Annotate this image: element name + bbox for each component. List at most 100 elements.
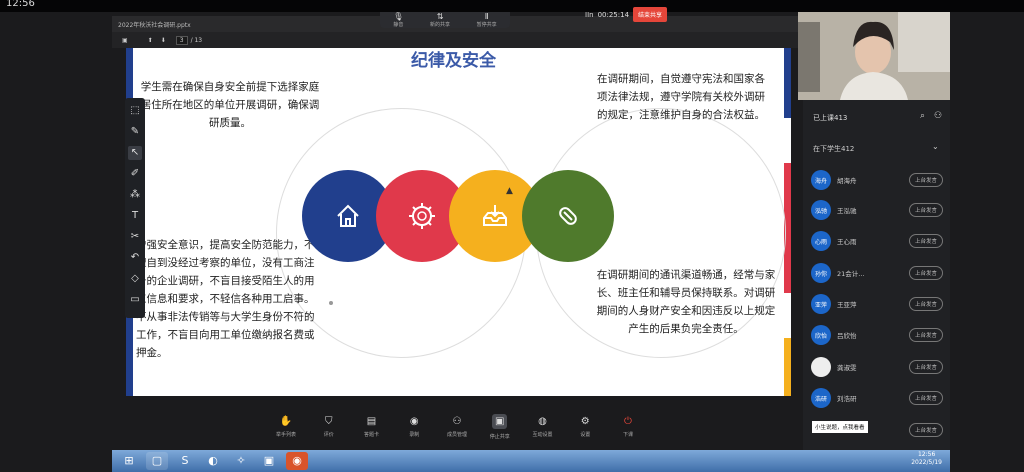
share-icon: ⇅: [436, 11, 444, 21]
answer-card-button[interactable]: ▤ 答题卡: [358, 416, 386, 438]
list-item: 欣怡 吕欣怡 上台发言: [811, 323, 943, 347]
tool-text-icon[interactable]: T: [128, 209, 142, 223]
end-class-button[interactable]: ⏻ 下课: [614, 416, 642, 438]
invite-speak-button[interactable]: 上台发言: [908, 391, 943, 405]
text-bottom-right: 在调研期间的通讯渠道畅通，经常与家长、班主任和辅导员保持联系。对调研期间的人身财…: [596, 269, 776, 335]
presentation-toolbar: ▣ ⬆ ⬇ 3 / 13: [112, 32, 802, 48]
interaction-settings-button[interactable]: ◍ 互动设置: [529, 416, 557, 438]
section-header[interactable]: 在下学生412: [813, 144, 854, 154]
class-toolbar: ✋ 举手列表 ⛉ 评价 ▤ 答题卡 ◉ 录制 ⚇ 成员管理 ▣ 停止共享 ◍ 互动设置 ⚙ 设置…: [272, 406, 642, 448]
list-item: 泓驰 王泓驰 上台发言: [811, 198, 943, 222]
previous-page-icon[interactable]: ⬆: [148, 37, 153, 44]
screen-share-icon: ▣: [492, 414, 508, 429]
page-total: / 13: [190, 36, 203, 44]
list-item: 海舟 胡海舟 上台发言: [811, 168, 943, 192]
share-control-bar: 🎙 静音 ⇅ 新的共享 Ⅱ 暂停共享: [380, 12, 510, 28]
invite-speak-button[interactable]: 上台发言: [908, 360, 943, 374]
avatar: 海舟: [811, 170, 831, 190]
settings-button[interactable]: ⚙ 设置: [571, 416, 599, 438]
taskbar-app-explorer[interactable]: ▢: [146, 452, 168, 470]
window-filename: 2022年秋沃社会调研.pptx: [118, 22, 191, 29]
slide-title: 纪律及安全: [411, 51, 496, 71]
invite-speak-button[interactable]: 上台发言: [908, 266, 943, 280]
interact-icon: ◍: [538, 416, 547, 427]
chevron-down-icon[interactable]: ⌄: [932, 142, 939, 151]
next-page-icon[interactable]: ⬇: [161, 37, 166, 44]
slide-right-band-blue: [784, 48, 791, 118]
start-button[interactable]: ⊞: [118, 452, 140, 470]
invite-speak-button[interactable]: 上台发言: [908, 423, 943, 437]
pill-icon: [559, 207, 577, 225]
tooltip: 小生说题，点我看看: [812, 421, 868, 433]
invite-speak-button[interactable]: 上台发言: [908, 173, 943, 187]
teacher-video: [798, 12, 950, 100]
signal-label: IIn: [585, 10, 594, 19]
list-item: 龚淑雯 上台发言: [811, 355, 943, 379]
hand-icon: ✋: [279, 416, 293, 427]
taskbar-app-s[interactable]: S: [174, 452, 196, 470]
taskbar-app-blue[interactable]: ▣: [258, 452, 280, 470]
tool-laser-icon[interactable]: ✎: [128, 125, 142, 139]
phone-clock: 12:56: [6, 0, 35, 9]
page-number-input[interactable]: 3: [175, 35, 188, 45]
taskbar-app-browser[interactable]: ◐: [202, 452, 224, 470]
members-icon: ⚇: [452, 416, 462, 427]
raise-hand-button[interactable]: ✋ 举手列表: [272, 416, 300, 438]
taskbar-app-star[interactable]: ✧: [230, 452, 252, 470]
decorative-dot: [329, 301, 333, 305]
phone-status-bar: 12:56: [0, 0, 1024, 12]
annotation-toolbar: ⬚ ✎ ↖ ✐ ⁂ T ✂ ↶ ◇ ▭: [125, 98, 145, 318]
avatar: 泓驰: [811, 200, 831, 220]
record-button[interactable]: ◉ 录制: [400, 416, 428, 438]
avatar: 浩研: [811, 388, 831, 408]
tool-eraser-icon[interactable]: ◇: [128, 272, 142, 286]
card-icon: ▤: [366, 416, 377, 427]
avatar: 心雨: [811, 231, 831, 251]
home-icon: [337, 204, 359, 227]
mouse-cursor-icon: ▲: [506, 186, 513, 196]
members-button[interactable]: ⚇ 成员管理: [443, 416, 471, 438]
avatar: 孙你: [811, 263, 831, 283]
stop-share-button[interactable]: ▣ 停止共享: [486, 414, 514, 440]
tray-clock[interactable]: 12:56 2022/5/19: [911, 451, 942, 467]
settings-icon: ⚙: [580, 416, 590, 427]
list-item: 亚萍 王亚萍 上台发言: [811, 292, 943, 316]
new-share-button[interactable]: ⇅ 新的共享: [430, 11, 450, 28]
invite-speak-button[interactable]: 上台发言: [908, 234, 943, 248]
webcam-feed-image: [798, 12, 950, 100]
slide-canvas: 纪律及安全 学生需在确保自身安全前提下选择家庭居住所在地区的单位开展调研，确保调…: [126, 48, 791, 396]
mic-icon: 🎙: [393, 11, 404, 21]
tool-pointer-icon[interactable]: ↖: [128, 146, 142, 160]
share-timer: IIn 00:25:14 结束共享: [585, 7, 668, 22]
text-top-left: 学生需在确保自身安全前提下选择家庭居住所在地区的单位开展调研，确保调研质量。: [140, 81, 320, 129]
evaluate-button[interactable]: ⛉ 评价: [315, 416, 343, 438]
list-item: 心雨 王心雨 上台发言: [811, 229, 943, 253]
pause-share-button[interactable]: Ⅱ 暂停共享: [477, 11, 497, 28]
exit-icon: ⏻: [624, 416, 632, 427]
tool-shapes-icon[interactable]: ⁂: [128, 188, 142, 202]
tool-select-icon[interactable]: ⬚: [128, 104, 142, 118]
invite-speak-button[interactable]: 上台发言: [908, 203, 943, 217]
tool-undo-icon[interactable]: ↶: [128, 251, 142, 265]
avatar: 亚萍: [811, 294, 831, 314]
tool-scissors-icon[interactable]: ✂: [128, 230, 142, 244]
add-user-icon[interactable]: ⚇: [934, 111, 942, 121]
avatar: 欣怡: [811, 325, 831, 345]
mute-button[interactable]: 🎙 静音: [393, 11, 404, 28]
windows-taskbar: ⊞ ▢ S ◐ ✧ ▣ ◉ 12:56 2022/5/19: [112, 450, 950, 472]
pause-icon: Ⅱ: [484, 11, 489, 21]
search-icon[interactable]: ⌕: [920, 111, 925, 121]
sidebar-toggle-icon[interactable]: ▣: [122, 37, 128, 44]
end-share-button[interactable]: 结束共享: [633, 7, 668, 22]
tool-pen-icon[interactable]: ✐: [128, 167, 142, 181]
text-bottom-left: 增强安全意识，提高安全防范能力，不擅自到没经过考察的单位，没有工商注册的企业调研…: [136, 239, 315, 359]
tray-icon: [483, 205, 507, 226]
invite-speak-button[interactable]: 上台发言: [908, 328, 943, 342]
slide-right-band-yellow: [784, 338, 791, 396]
tool-board-icon[interactable]: ▭: [128, 293, 142, 307]
avatar: [811, 357, 831, 377]
invite-speak-button[interactable]: 上台发言: [908, 297, 943, 311]
taskbar-app-orange[interactable]: ◉: [286, 452, 308, 470]
gear-icon: [409, 203, 435, 229]
online-count: 已上课413: [813, 114, 848, 122]
